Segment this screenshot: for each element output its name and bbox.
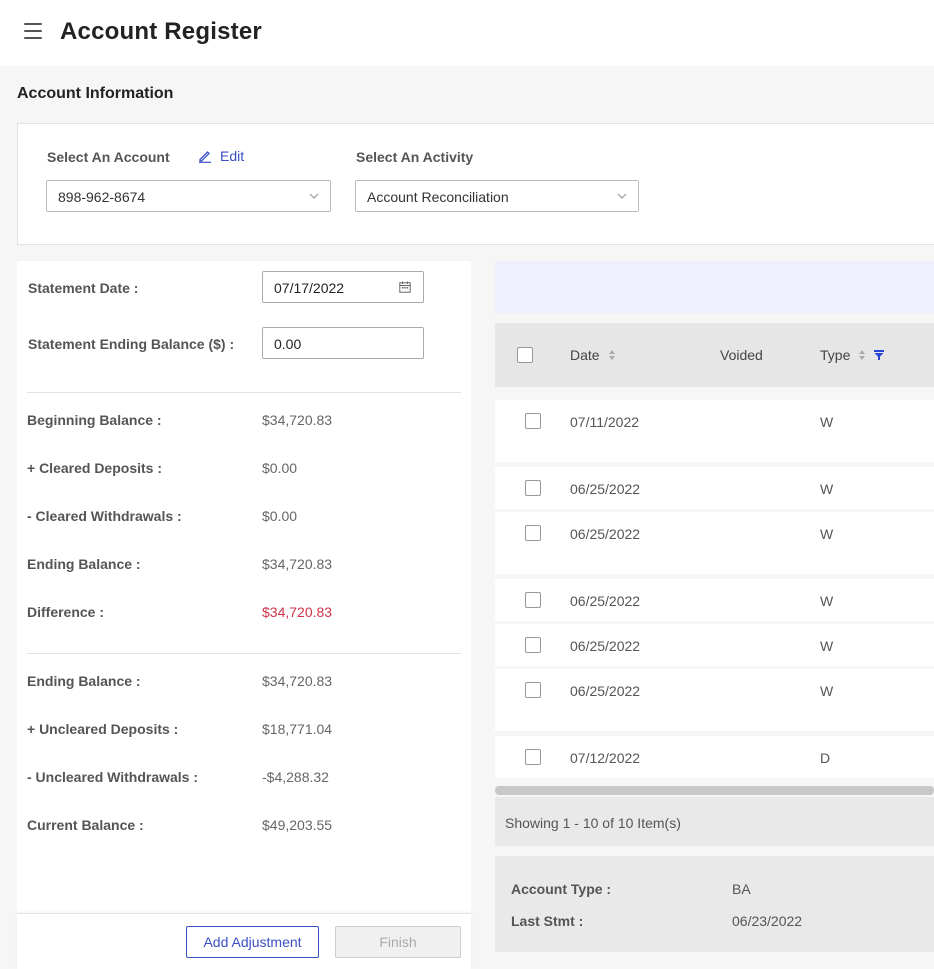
- table-row[interactable]: 06/25/2022 W: [495, 624, 934, 666]
- reconcile-panel: Statement Date : 07/17/2022 Statement En…: [17, 261, 471, 969]
- column-header-voided[interactable]: Voided: [720, 347, 763, 363]
- section-title: Account Information: [17, 85, 174, 102]
- select-account-label: Select An Account: [47, 149, 170, 165]
- row-date: 06/25/2022: [570, 638, 641, 654]
- action-bar: Add Adjustment Finish: [17, 913, 471, 969]
- top-bar: Account Register: [0, 0, 934, 66]
- summary-label: Ending Balance :: [27, 556, 141, 572]
- info-banner: [495, 261, 934, 313]
- ending-balance-input-value: 0.00: [274, 336, 302, 352]
- filter-icon[interactable]: [874, 350, 885, 360]
- ending-balance-input-label: Statement Ending Balance ($) :: [28, 336, 235, 352]
- account-select-value: 898-962-8674: [58, 189, 146, 205]
- horizontal-scrollbar[interactable]: [495, 786, 934, 795]
- summary-label: Difference :: [27, 604, 105, 620]
- summary-label: Current Balance :: [27, 817, 144, 833]
- summary-value: $0.00: [262, 460, 298, 476]
- last-stmt-value: 06/23/2022: [732, 913, 803, 929]
- sort-icon[interactable]: [608, 349, 616, 361]
- activity-select[interactable]: Account Reconciliation: [355, 180, 639, 212]
- row-type: W: [820, 593, 834, 609]
- summary-value: $34,720.83: [262, 673, 333, 689]
- column-header-type-label: Type: [820, 347, 851, 363]
- select-activity-label: Select An Activity: [356, 149, 474, 165]
- select-all-checkbox[interactable]: [517, 347, 533, 363]
- summary-label: - Uncleared Withdrawals :: [27, 769, 199, 785]
- account-details: Account Type : BA Last Stmt : 06/23/2022: [495, 856, 934, 952]
- edit-account-link[interactable]: Edit: [198, 148, 244, 164]
- row-date: 07/12/2022: [570, 750, 641, 766]
- menu-icon[interactable]: [24, 23, 42, 39]
- summary-label: + Uncleared Deposits :: [27, 721, 179, 737]
- account-card: Select An Account Edit 898-962-8674 Sele…: [17, 123, 934, 245]
- divider: [27, 392, 461, 393]
- account-type-label: Account Type :: [511, 881, 612, 897]
- table-row[interactable]: 06/25/2022 W: [495, 467, 934, 509]
- row-type: W: [820, 638, 834, 654]
- statement-date-value: 07/17/2022: [274, 280, 345, 296]
- divider: [27, 653, 461, 654]
- add-adjustment-button[interactable]: Add Adjustment: [186, 926, 319, 958]
- summary-value: $34,720.83: [262, 556, 333, 572]
- finish-button[interactable]: Finish: [335, 926, 461, 958]
- row-checkbox[interactable]: [525, 682, 541, 698]
- column-header-voided-label: Voided: [720, 347, 763, 363]
- chevron-down-icon: [309, 193, 319, 199]
- summary-label: Ending Balance :: [27, 673, 141, 689]
- table-row[interactable]: 06/25/2022 W: [495, 579, 934, 621]
- statement-date-input[interactable]: 07/17/2022: [262, 271, 424, 303]
- page-title: Account Register: [60, 18, 262, 45]
- account-select[interactable]: 898-962-8674: [46, 180, 331, 212]
- ending-balance-input[interactable]: 0.00: [262, 327, 424, 359]
- summary-value: -$4,288.32: [262, 769, 329, 785]
- summary-value: $18,771.04: [262, 721, 333, 737]
- account-type-value: BA: [732, 881, 751, 897]
- summary-value: $49,203.55: [262, 817, 333, 833]
- statement-date-label: Statement Date :: [28, 280, 139, 296]
- sort-icon[interactable]: [858, 349, 866, 361]
- row-type: D: [820, 750, 831, 766]
- table-row[interactable]: 07/12/2022 D: [495, 736, 934, 778]
- edit-label: Edit: [220, 148, 245, 164]
- row-type: W: [820, 683, 834, 699]
- activity-select-value: Account Reconciliation: [367, 189, 509, 205]
- row-checkbox[interactable]: [525, 480, 541, 496]
- row-date: 06/25/2022: [570, 593, 641, 609]
- row-type: W: [820, 481, 834, 497]
- column-header-date[interactable]: Date: [570, 347, 616, 363]
- row-checkbox[interactable]: [525, 637, 541, 653]
- row-date: 07/11/2022: [570, 414, 640, 430]
- summary-label: Beginning Balance :: [27, 412, 162, 428]
- pencil-icon: [199, 151, 211, 163]
- row-date: 06/25/2022: [570, 526, 641, 542]
- table-row[interactable]: 06/25/2022 W: [495, 669, 934, 731]
- row-checkbox[interactable]: [525, 749, 541, 765]
- row-checkbox[interactable]: [525, 592, 541, 608]
- calendar-icon[interactable]: [399, 281, 411, 293]
- row-type: W: [820, 414, 834, 430]
- column-header-date-label: Date: [570, 347, 600, 363]
- table-row[interactable]: 07/11/2022 W: [495, 400, 934, 462]
- row-type: W: [820, 526, 834, 542]
- summary-label: + Cleared Deposits :: [27, 460, 162, 476]
- row-date: 06/25/2022: [570, 481, 641, 497]
- pager-info: Showing 1 - 10 of 10 Item(s): [495, 797, 934, 846]
- column-header-type[interactable]: Type: [820, 347, 885, 363]
- last-stmt-label: Last Stmt :: [511, 913, 584, 929]
- row-checkbox[interactable]: [525, 413, 541, 429]
- row-checkbox[interactable]: [525, 525, 541, 541]
- summary-label: - Cleared Withdrawals :: [27, 508, 182, 524]
- row-date: 06/25/2022: [570, 683, 641, 699]
- grid-header: Date Voided Type: [495, 323, 934, 387]
- summary-value: $0.00: [262, 508, 298, 524]
- table-row[interactable]: 06/25/2022 W: [495, 512, 934, 574]
- summary-value: $34,720.83: [262, 604, 333, 620]
- summary-value: $34,720.83: [262, 412, 333, 428]
- chevron-down-icon: [617, 193, 627, 199]
